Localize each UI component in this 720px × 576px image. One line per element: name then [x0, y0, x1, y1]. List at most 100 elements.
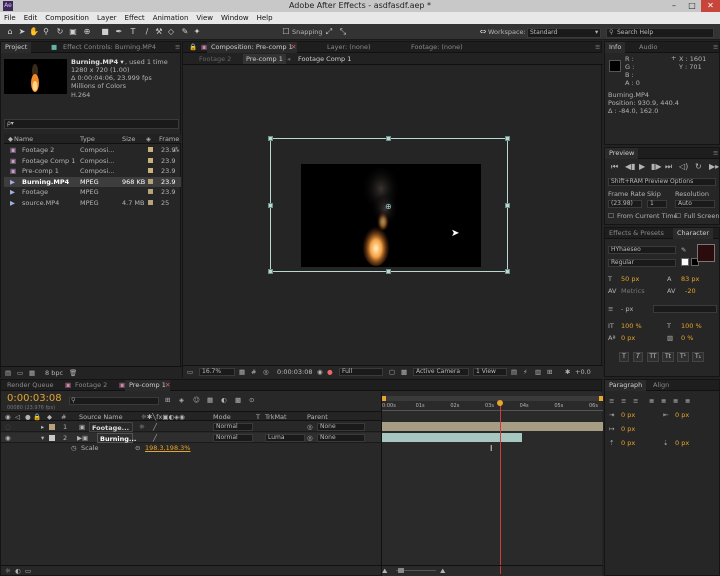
tab-info[interactable]: Info: [605, 42, 626, 53]
align-right-icon[interactable]: ≡: [633, 396, 638, 406]
close-icon[interactable]: ✕: [701, 0, 720, 12]
project-item-row[interactable]: ▶ source.MP4 MPEG 4.7 MB 25: [4, 198, 181, 208]
timeline-search-input[interactable]: [69, 397, 159, 405]
project-item-row[interactable]: ▣ Footage Comp 1 Composi... 23.9: [4, 156, 181, 166]
tab-character[interactable]: Character: [673, 228, 714, 239]
current-time[interactable]: 0:00:03:08: [275, 367, 313, 377]
audio-icon[interactable]: ◁): [679, 162, 688, 172]
project-item-row[interactable]: ▣ Footage 2 Composi... 23.9: [4, 145, 181, 155]
transform-handle[interactable]: [505, 269, 510, 274]
stroke-type-select[interactable]: [653, 305, 717, 313]
project-item-row[interactable]: ▶ Footage MPEG 23.9: [4, 187, 181, 197]
grid-icon[interactable]: #: [251, 367, 256, 377]
stroke-width-value[interactable]: - px: [621, 304, 633, 314]
rotate-tool-icon[interactable]: ↻: [55, 27, 65, 37]
pen-tool-icon[interactable]: ✒: [114, 27, 124, 37]
justify-last-left-icon[interactable]: ≣: [649, 396, 654, 406]
expand-icon[interactable]: ▾: [41, 433, 44, 443]
label-swatch[interactable]: [49, 424, 55, 430]
tab-footage-2[interactable]: Footage 2: [71, 380, 111, 391]
transform-handle[interactable]: [268, 203, 273, 208]
faux-bold-button[interactable]: T: [619, 352, 629, 362]
eyedropper-icon[interactable]: ✎: [681, 245, 686, 255]
space-before-value[interactable]: 0 px: [621, 438, 635, 448]
visibility-icon[interactable]: ◌: [5, 422, 11, 432]
faux-italic-button[interactable]: T: [633, 352, 643, 362]
first-frame-icon[interactable]: ⏮: [611, 162, 618, 172]
snap-feather-icon[interactable]: ⤡: [338, 27, 348, 37]
always-preview-icon[interactable]: ▭: [187, 367, 193, 377]
transform-handle[interactable]: [505, 136, 510, 141]
search-help-input[interactable]: Search Help: [606, 28, 714, 38]
panel-menu-icon[interactable]: ≡: [709, 42, 720, 53]
puppet-tool-icon[interactable]: ✦: [192, 27, 202, 37]
ram-preview-icon[interactable]: ▶▸: [709, 162, 719, 172]
project-item-row[interactable]: ▶ Burning.MP4 MPEG 968 KB 23.9: [4, 176, 181, 187]
toggle-pixel-icon[interactable]: ▤: [511, 367, 517, 377]
tab-paragraph[interactable]: Paragraph: [605, 380, 647, 391]
workspace-dropdown-icon[interactable]: ▾: [595, 27, 598, 37]
superscript-button[interactable]: T¹: [677, 352, 689, 362]
close-tab-icon[interactable]: ✕: [287, 42, 297, 53]
quality-switch-icon[interactable]: ╱: [153, 433, 157, 443]
tab-align[interactable]: Align: [649, 380, 673, 391]
scale-value[interactable]: 198.3,198.3%: [145, 443, 190, 453]
tab-effects-presets[interactable]: Effects & Presets: [605, 228, 668, 239]
column-size[interactable]: Size: [122, 134, 135, 144]
from-current-checkbox[interactable]: ☐: [608, 211, 614, 221]
resolution-select[interactable]: Auto: [675, 200, 715, 208]
project-item-row[interactable]: ▣ Pre-comp 1 Composi... 23.9: [4, 166, 181, 176]
zoom-tool-icon[interactable]: ⚲: [41, 27, 51, 37]
in-out-icon[interactable]: ▭: [25, 566, 31, 576]
menu-composition[interactable]: Composition: [41, 12, 93, 24]
align-left-icon[interactable]: ≡: [609, 396, 614, 406]
layer-row-selected[interactable]: ◉ ▾ 2 ▶▣ Burning... ╱ Normal Luma ◎ None: [1, 433, 381, 443]
zoom-out-icon[interactable]: ⛰: [382, 566, 387, 576]
home-icon[interactable]: ⌂: [5, 27, 15, 37]
subscript-button[interactable]: T₁: [692, 352, 704, 362]
pan-behind-tool-icon[interactable]: ⊕: [82, 27, 92, 37]
new-comp-icon[interactable]: ▦: [29, 368, 35, 378]
roto-brush-tool-icon[interactable]: ✎: [180, 27, 190, 37]
menu-edit[interactable]: Edit: [20, 12, 42, 24]
justify-last-right-icon[interactable]: ≣: [673, 396, 678, 406]
tab-footage[interactable]: Footage: (none): [407, 42, 467, 53]
project-search-input[interactable]: ρ▾: [4, 119, 179, 129]
motion-blur-icon[interactable]: ◐: [221, 395, 227, 405]
resolution-select[interactable]: Full: [339, 368, 383, 376]
time-graph[interactable]: 0:00s 01s 02s 03s 04s 05s 06s I ⛰ ⛰: [381, 392, 603, 576]
modes-icon[interactable]: ◐: [15, 566, 21, 576]
menu-file[interactable]: File: [0, 12, 20, 24]
layer-row[interactable]: ◌ ▸ 1 ▣ Footage... ☼ ╱ Normal ◎ None: [1, 422, 381, 432]
align-center-icon[interactable]: ≡: [621, 396, 626, 406]
menu-help[interactable]: Help: [253, 12, 277, 24]
tab-layer[interactable]: Layer: (none): [323, 42, 375, 53]
panel-menu-icon[interactable]: ≡: [709, 148, 720, 159]
tab-render-queue[interactable]: Render Queue: [3, 380, 58, 391]
baseline-shift-value[interactable]: 0 px: [621, 333, 635, 343]
transform-handle[interactable]: [268, 269, 273, 274]
constrain-proportions-icon[interactable]: ⊝: [135, 443, 140, 453]
view-layout-select[interactable]: 1 View: [473, 368, 507, 376]
space-after-value[interactable]: 0 px: [675, 438, 689, 448]
maximize-icon[interactable]: □: [684, 0, 700, 12]
camera-view-select[interactable]: Active Camera: [413, 368, 469, 376]
indent-left-value[interactable]: 0 px: [621, 410, 635, 420]
zoom-in-icon[interactable]: ⛰: [440, 566, 445, 576]
column-type[interactable]: Type: [80, 134, 95, 144]
zoom-slider[interactable]: ⛰ ⛰: [382, 565, 603, 575]
blend-mode-select[interactable]: Normal: [213, 434, 253, 442]
fast-preview-icon[interactable]: ⚡: [523, 367, 528, 377]
loop-icon[interactable]: ↻: [695, 162, 702, 172]
workspace-select[interactable]: Standard: [527, 28, 601, 38]
layer-name[interactable]: Footage...: [89, 422, 133, 432]
timeline-icon[interactable]: ▥: [535, 367, 541, 377]
tab-composition[interactable]: Composition: Pre-comp 1: [207, 42, 297, 53]
tsume-value[interactable]: 0 %: [681, 333, 693, 343]
indent-first-value[interactable]: 0 px: [621, 424, 635, 434]
breadcrumb-item[interactable]: Footage Comp 1: [298, 54, 351, 64]
transform-handle[interactable]: [386, 269, 391, 274]
all-caps-button[interactable]: TT: [647, 352, 659, 362]
justify-last-center-icon[interactable]: ≣: [661, 396, 666, 406]
parent-select[interactable]: None: [317, 434, 365, 442]
